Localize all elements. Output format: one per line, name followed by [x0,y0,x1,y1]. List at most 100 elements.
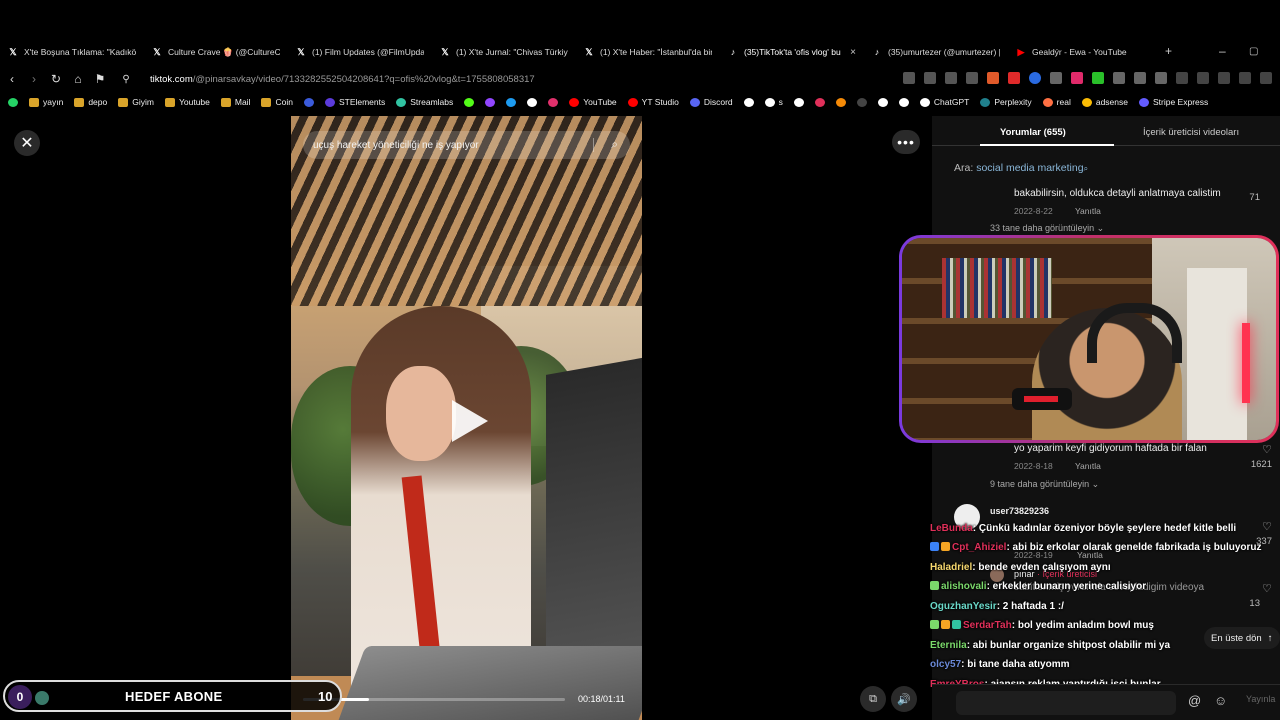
close-tab-icon[interactable]: × [850,47,856,58]
reply-button[interactable]: Yanıtla [1075,206,1101,216]
bookmark-item[interactable]: YouTube [569,97,617,107]
browser-tab[interactable]: ♪ (35)TikTok'ta 'ofis vlog' bu × [720,40,864,64]
sidebar-icon[interactable] [1197,72,1209,84]
extension-icon[interactable] [1113,72,1125,84]
back-icon[interactable]: ‹ [2,72,22,86]
bookmark-item[interactable] [303,97,314,107]
translate-icon[interactable] [945,72,957,84]
video-progress-bar[interactable] [303,698,565,701]
bookmark-item[interactable]: Discord [689,97,733,107]
ai-icon[interactable] [1239,72,1251,84]
extension-icon[interactable] [1071,72,1083,84]
play-icon[interactable] [452,400,488,442]
post-comment-button[interactable]: Yayınla [1246,694,1275,704]
minimize-icon[interactable]: – [1219,44,1226,58]
reading-list-icon[interactable] [1218,72,1230,84]
chat-username[interactable]: Haladriel [930,562,972,573]
browser-tab[interactable]: 𝕏 X'te Boşuna Tıklama: "Kadıköy [0,40,144,64]
chat-username[interactable]: olcy57 [930,659,961,670]
bookmark-item[interactable] [485,97,496,107]
shield-icon[interactable] [1260,72,1272,84]
emoji-icon[interactable]: ☺ [1214,693,1227,708]
bookmark-item[interactable]: real [1042,97,1071,107]
more-options-button[interactable]: ••• [892,130,920,154]
bookmark-item[interactable]: ChatGPT [919,97,969,107]
bookmark-item[interactable] [743,97,754,107]
bookmark-item[interactable]: Streamlabs [396,97,453,107]
comment-username[interactable]: user73829236 [990,506,1049,516]
bookmark-item[interactable] [814,97,825,107]
chat-username[interactable]: LeBunda [930,523,973,534]
close-video-button[interactable]: ✕ [14,130,40,156]
tab-comments[interactable]: Yorumlar (655) [1000,127,1066,138]
search-suggestion[interactable]: Ara: social media marketing⌕ [954,162,1088,174]
tab-creator-videos[interactable]: İçerik üreticisi videoları [1143,127,1239,138]
maximize-icon[interactable]: ▢ [1249,46,1258,57]
comment-input[interactable] [956,691,1176,715]
extension-icon[interactable] [1092,72,1104,84]
view-more-replies[interactable]: 33 tane daha görüntüleyin ⌄ [990,223,1104,234]
bookmark-icon[interactable]: ⚑ [90,72,110,86]
caption-icon[interactable]: ⧉ [860,686,886,712]
browser-tab[interactable]: 𝕏 Culture Crave 🍿 (@CultureCra [144,40,288,64]
browser-tab[interactable]: ♪ (35)umurtezer (@umurtezer) | [864,40,1008,64]
bookmark-item[interactable] [506,97,517,107]
bookmark-item[interactable] [527,97,538,107]
bookmark-item[interactable]: Giyim [118,97,154,107]
extension-icon[interactable] [903,72,915,84]
volume-icon[interactable]: 🔊 [891,686,917,712]
browser-tab[interactable]: ▶ Gealdýr - Ewa - YouTube [1008,40,1152,64]
search-icon[interactable]: ⌕ [611,137,618,152]
whatsapp-bookmark[interactable] [8,97,18,107]
extension-icon[interactable] [1050,72,1062,84]
bookmark-item[interactable] [877,97,888,107]
bookmark-item[interactable]: Youtube [164,97,210,107]
bookmark-item[interactable]: YT Studio [627,97,679,107]
music-icon[interactable] [1176,72,1188,84]
chat-username[interactable]: OguzhanYesir [930,601,997,612]
bookmark-item[interactable]: Perplexity [980,97,1032,107]
browser-tab[interactable]: 𝕏 (1) X'te Jurnal: "Chivas Türkiye [432,40,576,64]
browser-tab[interactable]: 𝕏 (1) X'te Haber: "İstanbul'da bir [576,40,720,64]
bookmark-item[interactable]: Mail [220,97,251,107]
heart-icon[interactable]: ♡ [1262,443,1272,456]
extension-icon[interactable] [924,72,936,84]
bookmark-item[interactable]: yayın [29,97,63,107]
mention-icon[interactable]: @ [1188,693,1201,708]
new-tab-button[interactable]: + [1165,44,1172,58]
puzzle-icon[interactable] [1134,72,1146,84]
chat-username[interactable]: alishovali [941,581,987,592]
url-field[interactable]: tiktok.com/@pinarsavkay/video/7133282552… [150,74,535,85]
bookmark-item[interactable] [835,97,846,107]
back-to-top-button[interactable]: En üste dön ↑ [1204,627,1280,649]
bookmark-label: Mail [234,97,251,107]
reply-button[interactable]: Yanıtla [1075,461,1101,471]
bookmark-item[interactable]: Coin [261,97,293,107]
bookmark-item[interactable] [464,97,475,107]
browser-tab[interactable]: 𝕏 (1) Film Updates (@FilmUpdat [288,40,432,64]
bookmark-item[interactable] [856,97,867,107]
bookmark-item[interactable]: Stripe Express [1138,97,1208,107]
bookmark-item[interactable] [548,97,559,107]
bookmark-item[interactable]: STElements [324,97,385,107]
site-info-icon[interactable]: ⚲ [116,74,136,85]
reload-icon[interactable]: ↻ [46,72,66,86]
bookmark-item[interactable]: depo [74,97,107,107]
home-icon[interactable]: ⌂ [68,72,88,86]
forward-icon[interactable]: › [24,72,44,86]
bookmark-item[interactable] [898,97,909,107]
view-more-replies[interactable]: 9 tane daha görüntüleyin ⌄ [990,479,1099,490]
video-search-bar[interactable]: uçuş hareket yöneticiliği ne iş yapıyor … [303,131,630,159]
extension-icon[interactable] [966,72,978,84]
bookmark-item[interactable] [793,97,804,107]
extension-icon[interactable] [987,72,999,84]
extension-icon[interactable] [1008,72,1020,84]
chat-username[interactable]: SerdarTah [963,620,1012,631]
extension-icon[interactable] [1155,72,1167,84]
extension-icon[interactable] [1029,72,1041,84]
chat-username[interactable]: Cpt_Ahiziel [952,542,1006,553]
video-search-input[interactable]: uçuş hareket yöneticiliği ne iş yapıyor [313,140,479,151]
chat-username[interactable]: Eternila [930,640,967,651]
bookmark-item[interactable]: adsense [1081,97,1128,107]
bookmark-item[interactable]: s [764,97,783,107]
